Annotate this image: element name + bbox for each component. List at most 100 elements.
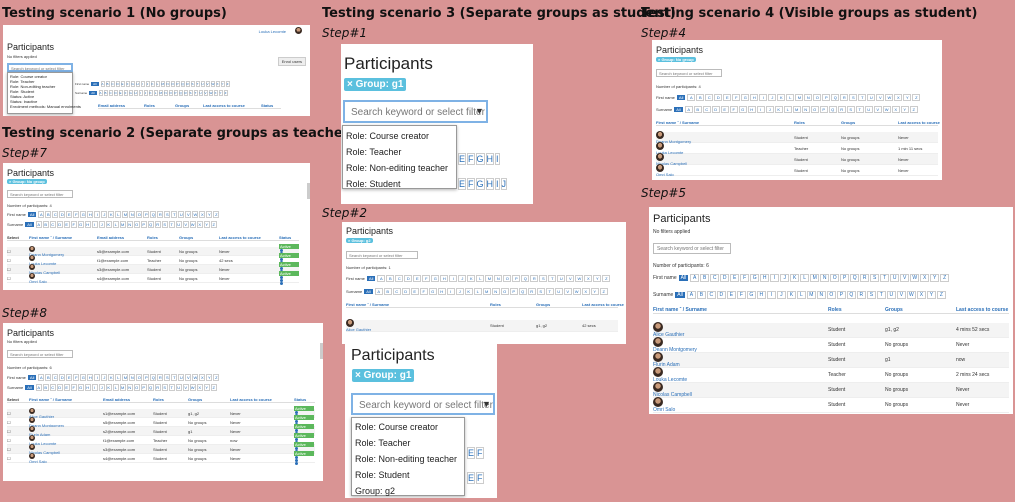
filter-letter-button[interactable]: P	[143, 374, 150, 381]
filter-letter-button[interactable]: B	[105, 81, 110, 87]
filter-letter-button[interactable]: I	[495, 153, 500, 165]
col-roles[interactable]: Roles	[490, 302, 536, 307]
filter-letter-button[interactable]: D	[56, 384, 63, 391]
search-input[interactable]: Search keyword or select filter	[351, 393, 495, 415]
filter-letter-button[interactable]: H	[756, 291, 766, 299]
filter-letter-button[interactable]: I	[756, 106, 765, 113]
filter-letter-button[interactable]: B	[383, 288, 392, 295]
filter-letter-button[interactable]: J	[500, 178, 508, 190]
filter-letter-button[interactable]: H	[750, 94, 759, 101]
col-access[interactable]: Last access to course	[956, 307, 1009, 313]
filter-letter-button[interactable]: P	[509, 288, 518, 295]
col-groups[interactable]: Groups	[179, 235, 219, 240]
filter-letter-button[interactable]: L	[800, 274, 810, 282]
filter-letter-button[interactable]: S	[846, 106, 855, 113]
filter-letter-button[interactable]: P	[819, 106, 828, 113]
filter-letter-button[interactable]: K	[786, 291, 796, 299]
filter-letter-button[interactable]: V	[182, 384, 189, 391]
filter-letter-button[interactable]: G	[130, 81, 135, 87]
col-roles[interactable]: Roles	[794, 120, 841, 125]
filter-letter-button[interactable]: X	[199, 211, 206, 218]
filter-letter-button[interactable]: B	[103, 90, 108, 96]
filter-letter-button[interactable]: R	[154, 384, 161, 391]
filter-letter-button[interactable]: G	[77, 221, 84, 228]
col-groups[interactable]: Groups	[188, 397, 230, 402]
filter-letter-button[interactable]: U	[198, 90, 203, 96]
participant-name[interactable]: Nicolas Campbell	[653, 382, 828, 398]
filter-letter-button[interactable]: E	[467, 447, 476, 459]
filter-letter-button[interactable]: P	[822, 94, 831, 101]
filter-letter-button[interactable]: E	[66, 211, 73, 218]
filter-letter-button[interactable]: J	[98, 221, 105, 228]
filter-letter-button[interactable]: F	[125, 81, 130, 87]
filter-letter-button[interactable]: T	[880, 274, 890, 282]
filter-letter-button[interactable]: R	[856, 291, 866, 299]
filter-letter-button[interactable]: W	[885, 94, 894, 101]
filter-all-button[interactable]: All	[678, 275, 689, 281]
col-groups[interactable]: Groups	[175, 103, 203, 108]
filter-letter-button[interactable]: D	[59, 211, 66, 218]
filter-letter-button[interactable]: I	[759, 94, 768, 101]
filter-letter-button[interactable]: R	[154, 221, 161, 228]
filter-letter-button[interactable]: M	[119, 384, 126, 391]
filter-letter-button[interactable]: K	[464, 288, 473, 295]
filter-letter-button[interactable]: G	[428, 288, 437, 295]
filter-letter-button[interactable]: O	[830, 274, 840, 282]
filter-letter-button[interactable]: D	[716, 291, 726, 299]
filter-letter-button[interactable]: R	[840, 94, 849, 101]
filter-letter-button[interactable]: F	[736, 291, 746, 299]
filter-letter-button[interactable]: S	[161, 384, 168, 391]
filter-letter-button[interactable]: M	[122, 374, 129, 381]
filter-letter-button[interactable]: R	[860, 274, 870, 282]
row-checkbox[interactable]: ☐	[7, 276, 29, 281]
filter-letter-button[interactable]: Z	[912, 94, 921, 101]
filter-letter-button[interactable]: N	[494, 275, 503, 282]
filter-letter-button[interactable]: H	[84, 221, 91, 228]
filter-letter-button[interactable]: O	[168, 90, 173, 96]
filter-letter-button[interactable]: H	[760, 274, 770, 282]
filter-letter-button[interactable]: B	[386, 275, 395, 282]
filter-letter-button[interactable]: S	[188, 90, 193, 96]
filter-letter-button[interactable]: M	[122, 211, 129, 218]
filter-letter-button[interactable]: X	[894, 94, 903, 101]
filter-letter-button[interactable]: C	[710, 274, 720, 282]
filter-option[interactable]: Role: Course creator	[355, 419, 461, 435]
filter-letter-button[interactable]: O	[136, 374, 143, 381]
filter-letter-button[interactable]: M	[482, 288, 491, 295]
search-input[interactable]: Search keyword or select filter	[653, 243, 731, 254]
filter-letter-button[interactable]: J	[98, 384, 105, 391]
filter-option[interactable]: Role: Student	[355, 467, 461, 483]
filter-letter-button[interactable]: E	[413, 275, 422, 282]
filter-letter-button[interactable]: Z	[602, 275, 611, 282]
filter-letter-button[interactable]: A	[684, 106, 693, 113]
col-roles[interactable]: Roles	[153, 397, 188, 402]
filter-letter-button[interactable]: A	[687, 94, 696, 101]
filter-letter-button[interactable]: V	[896, 291, 906, 299]
filter-option[interactable]: Role: Course creator	[346, 128, 453, 144]
filter-letter-button[interactable]: N	[163, 90, 168, 96]
filter-letter-button[interactable]: L	[796, 291, 806, 299]
group-filter-badge[interactable]: × Group: g1	[344, 78, 407, 91]
filter-letter-button[interactable]: U	[864, 106, 873, 113]
filter-letter-button[interactable]: E	[467, 472, 476, 484]
filter-all-button[interactable]: All	[674, 107, 683, 112]
filter-letter-button[interactable]: L	[115, 211, 122, 218]
filter-letter-button[interactable]: X	[891, 106, 900, 113]
participant-groups[interactable]: No groups	[188, 456, 230, 461]
participant-name[interactable]: Alice Gauthier	[653, 322, 828, 338]
filter-letter-button[interactable]: B	[693, 106, 702, 113]
filter-letter-button[interactable]: W	[208, 90, 213, 96]
filter-option[interactable]: Enrolment methods: Manual enrolments	[10, 104, 81, 109]
participant-groups[interactable]: No groups	[188, 438, 230, 443]
filter-option[interactable]: Role: Teacher	[355, 435, 461, 451]
row-checkbox[interactable]: ☐	[7, 258, 29, 263]
filter-option[interactable]: Role: Teacher	[346, 144, 453, 160]
filter-letter-button[interactable]: E	[410, 288, 419, 295]
filter-letter-button[interactable]: P	[512, 275, 521, 282]
filter-letter-button[interactable]: G	[80, 374, 87, 381]
filter-letter-button[interactable]: L	[155, 81, 160, 87]
filter-letter-button[interactable]: D	[56, 221, 63, 228]
filter-letter-button[interactable]: J	[145, 81, 150, 87]
filter-letter-button[interactable]: N	[126, 221, 133, 228]
filter-letter-button[interactable]: F	[70, 221, 77, 228]
